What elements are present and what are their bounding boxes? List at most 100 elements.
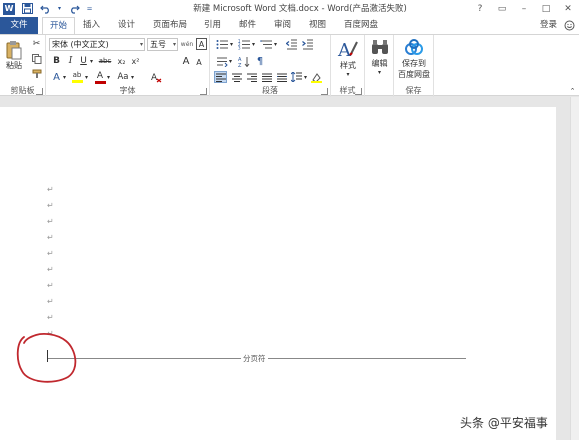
redo-icon[interactable] — [68, 3, 80, 15]
paragraph-mark: ↵ — [47, 313, 54, 322]
font-color-dropdown-icon[interactable]: ▾ — [106, 72, 111, 83]
tab-design[interactable]: 设计 — [111, 17, 142, 34]
save-to-baidu-button[interactable]: 保存到 百度网盘 — [395, 38, 433, 80]
word-app-icon[interactable]: W — [3, 2, 15, 15]
highlight-dropdown-icon[interactable]: ▾ — [84, 72, 89, 83]
strikethrough-button[interactable]: abc — [97, 55, 113, 67]
document-page[interactable]: ↵ ↵ ↵ ↵ ↵ ↵ ↵ ↵ ↵ ↵ 分页符 — [0, 107, 556, 440]
watermark-text: 头条 @平安福事 — [460, 416, 548, 430]
grow-font-button[interactable]: A — [180, 55, 192, 67]
highlight-color-bar — [71, 80, 83, 83]
baidu-netdisk-icon — [405, 39, 423, 55]
ribbon-display-button[interactable]: ▭ — [491, 0, 513, 17]
save-to-baidu-label-2: 百度网盘 — [398, 70, 430, 79]
line-spacing-dropdown-icon[interactable]: ▾ — [303, 72, 308, 83]
tab-mailings[interactable]: 邮件 — [232, 17, 263, 34]
multilevel-dropdown-icon[interactable]: ▾ — [273, 38, 278, 50]
paragraph-mark: ↵ — [47, 185, 54, 194]
italic-button[interactable]: I — [65, 55, 76, 67]
paragraph-launcher[interactable] — [321, 88, 328, 95]
minimize-button[interactable]: – — [513, 0, 535, 17]
text-effects-button[interactable]: A — [51, 71, 62, 83]
paragraph-mark: ↵ — [47, 249, 54, 258]
cut-icon[interactable]: ✂ — [31, 38, 42, 49]
text-effects-dropdown-icon[interactable]: ▾ — [62, 72, 67, 83]
chinese-layout-icon[interactable] — [215, 55, 228, 67]
styles-group: A 样式 ▾ 样式 — [331, 35, 365, 97]
editing-button[interactable]: 编辑 ▾ — [367, 38, 392, 76]
tab-view[interactable]: 视图 — [302, 17, 333, 34]
numbering-dropdown-icon[interactable]: ▾ — [251, 38, 256, 50]
increase-indent-icon[interactable] — [301, 38, 314, 50]
copy-icon[interactable] — [31, 53, 42, 64]
editing-group: 编辑 ▾ — [365, 35, 394, 97]
tab-insert[interactable]: 插入 — [76, 17, 107, 34]
clipboard-launcher[interactable] — [36, 88, 43, 95]
font-group-label: 字体 — [119, 86, 136, 95]
underline-dropdown-icon[interactable]: ▾ — [89, 56, 94, 67]
maximize-button[interactable]: □ — [535, 0, 557, 17]
multilevel-list-icon[interactable] — [259, 38, 273, 50]
format-painter-icon[interactable] — [31, 68, 42, 79]
bullets-icon[interactable] — [215, 38, 229, 50]
numbering-icon[interactable]: 123 — [237, 38, 251, 50]
svg-text:Z: Z — [238, 63, 242, 67]
help-button[interactable]: ? — [469, 0, 491, 17]
tab-references[interactable]: 引用 — [197, 17, 228, 34]
paste-button[interactable]: 粘贴 — [3, 40, 25, 71]
styles-button[interactable]: A 样式 ▾ — [335, 38, 361, 78]
font-group: 宋体 (中文正文) ▾ 五号 ▾ wén A B I U ▾ abc x₂ x² A… — [46, 35, 210, 97]
char-border-icon[interactable]: A — [196, 38, 207, 50]
show-marks-icon[interactable]: ¶ — [254, 55, 266, 67]
bold-button[interactable]: B — [51, 55, 62, 67]
editing-dropdown-icon: ▾ — [377, 69, 381, 76]
styles-label: 样式 — [340, 61, 356, 70]
close-button[interactable]: ✕ — [557, 0, 579, 17]
shading-icon[interactable] — [310, 71, 323, 83]
red-annotation-circle — [16, 333, 77, 383]
styles-launcher[interactable] — [355, 88, 362, 95]
undo-dropdown-icon[interactable]: ▾ — [57, 3, 62, 15]
font-size-select[interactable]: 五号 ▾ — [147, 38, 178, 51]
collapse-ribbon-icon[interactable]: ⌃ — [568, 86, 577, 95]
bullets-dropdown-icon[interactable]: ▾ — [229, 38, 234, 50]
font-color-button[interactable]: A — [94, 70, 106, 84]
sort-icon[interactable]: AZ — [237, 55, 250, 67]
editing-label: 编辑 — [371, 59, 388, 68]
justify-icon[interactable] — [260, 71, 273, 83]
clear-format-button[interactable]: A — [150, 71, 162, 83]
distributed-icon[interactable] — [275, 71, 288, 83]
font-name-dropdown-icon: ▾ — [139, 41, 143, 48]
page-break-label: 分页符 — [241, 353, 268, 364]
tab-baidu[interactable]: 百度网盘 — [337, 17, 385, 34]
subscript-button[interactable]: x₂ — [116, 55, 127, 67]
font-launcher[interactable] — [200, 88, 207, 95]
tab-home[interactable]: 开始 — [42, 17, 76, 34]
tab-file[interactable]: 文件 — [0, 17, 38, 34]
line-spacing-icon[interactable] — [290, 71, 303, 83]
highlight-button[interactable]: ab — [70, 70, 84, 84]
undo-icon[interactable] — [39, 3, 51, 15]
font-name-select[interactable]: 宋体 (中文正文) ▾ — [49, 38, 145, 51]
decrease-indent-icon[interactable] — [285, 38, 298, 50]
tab-review[interactable]: 审阅 — [267, 17, 298, 34]
align-center-icon[interactable] — [230, 71, 243, 83]
shrink-font-button[interactable]: A — [193, 56, 205, 68]
save-icon[interactable] — [21, 3, 33, 15]
save-group: 保存到 百度网盘 保存 — [394, 35, 434, 97]
title-bar: W ▾ = 新建 Microsoft Word 文档.docx - Word(产… — [0, 0, 579, 17]
align-left-icon[interactable] — [214, 71, 227, 83]
vertical-scrollbar[interactable] — [570, 97, 579, 440]
underline-button[interactable]: U — [78, 55, 89, 67]
change-case-button[interactable]: Aa — [116, 71, 130, 83]
phonetic-guide-icon[interactable]: wén — [180, 38, 194, 51]
tab-layout[interactable]: 页面布局 — [146, 17, 194, 34]
chinese-layout-dropdown-icon[interactable]: ▾ — [228, 55, 233, 67]
feedback-smile-icon[interactable] — [564, 20, 575, 31]
signin-link[interactable]: 登录 — [540, 17, 557, 34]
align-right-icon[interactable] — [245, 71, 258, 83]
paragraph-mark: ↵ — [47, 217, 54, 226]
superscript-button[interactable]: x² — [130, 55, 141, 67]
change-case-dropdown-icon[interactable]: ▾ — [130, 72, 135, 83]
customize-qat-icon[interactable]: = — [86, 3, 93, 15]
